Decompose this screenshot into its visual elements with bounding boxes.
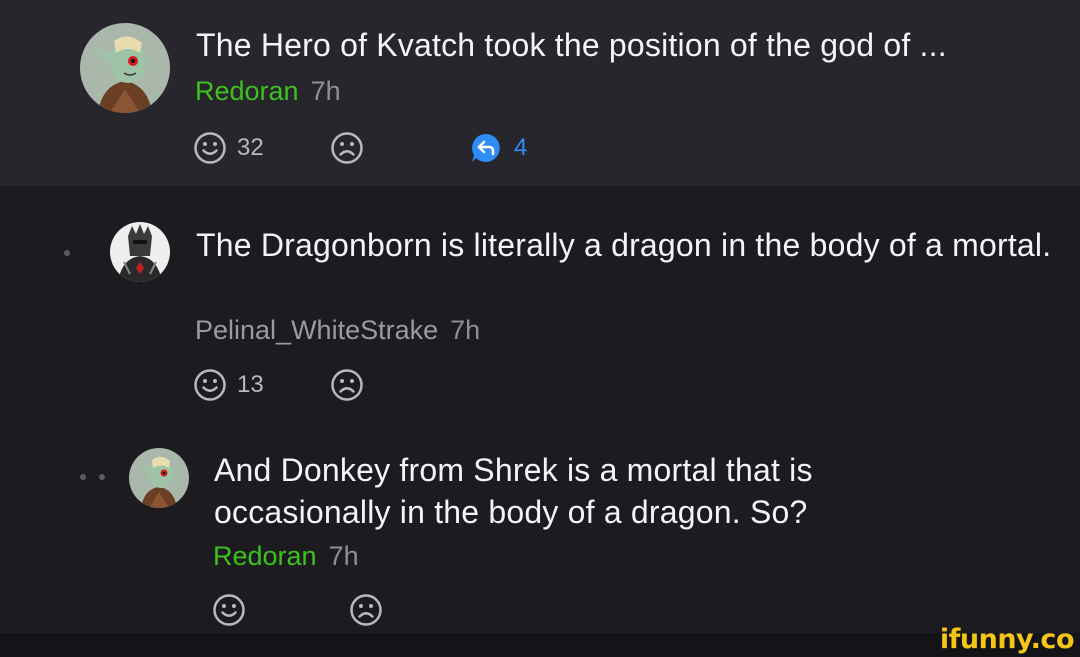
avatar[interactable] (129, 448, 189, 508)
author-name[interactable]: Redoran (213, 541, 317, 571)
frown-reaction-button[interactable] (349, 592, 393, 628)
avatar[interactable] (80, 23, 170, 113)
frown-icon (331, 369, 363, 401)
comment-item: And Donkey from Shrek is a mortal that i… (0, 436, 1080, 633)
avatar[interactable] (110, 222, 170, 282)
reply-count: 4 (514, 134, 528, 161)
comment-item: The Dragonborn is literally a dragon in … (0, 186, 1080, 436)
comment-text: And Donkey from Shrek is a mortal that i… (214, 452, 813, 530)
smile-icon (213, 594, 245, 626)
ifunny-watermark: ifunny.co (939, 624, 1075, 655)
avatar-redoran-image (129, 448, 189, 508)
comment-text: The Dragonborn is literally a dragon in … (196, 227, 1052, 263)
author-name[interactable]: Redoran (195, 76, 299, 106)
replies-button[interactable]: 4 (470, 130, 527, 166)
smile-reaction-button[interactable] (212, 592, 256, 628)
frown-icon (350, 594, 382, 626)
comment-meta: Redoran 7h (195, 75, 341, 107)
reply-bubble-icon (472, 133, 500, 162)
avatar-pelinal-image (110, 222, 170, 282)
smile-icon (194, 369, 226, 401)
avatar-redoran-image (80, 23, 170, 113)
smile-reaction-button[interactable]: 32 (193, 130, 264, 166)
smile-count: 13 (237, 371, 264, 398)
comment-meta: Pelinal_WhiteStrake 7h (195, 314, 480, 346)
bottom-band (0, 633, 1080, 657)
comment-text: The Hero of Kvatch took the position of … (196, 27, 947, 63)
comment-meta: Redoran 7h (213, 540, 359, 572)
comment-item: The Hero of Kvatch took the position of … (0, 0, 1080, 186)
timestamp: 7h (450, 315, 481, 345)
frown-icon (331, 132, 363, 164)
smile-icon (194, 132, 226, 164)
smile-count: 32 (237, 134, 264, 161)
smile-reaction-button[interactable]: 13 (193, 367, 264, 403)
timestamp: 7h (310, 76, 341, 106)
frown-reaction-button[interactable] (330, 130, 374, 166)
comments-page: The Hero of Kvatch took the position of … (0, 0, 1080, 657)
frown-reaction-button[interactable] (330, 367, 374, 403)
author-name[interactable]: Pelinal_WhiteStrake (195, 315, 438, 345)
timestamp: 7h (328, 541, 359, 571)
